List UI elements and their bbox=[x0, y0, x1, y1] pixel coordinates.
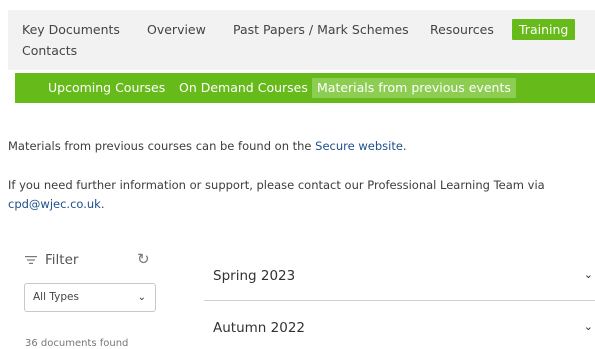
training-subnav: Upcoming Courses On Demand Courses Mater… bbox=[15, 73, 595, 103]
main-navigation: Key Documents Overview Past Papers / Mar… bbox=[8, 10, 595, 70]
secure-website-paragraph: Materials from previous courses can be f… bbox=[8, 137, 407, 156]
nav-key-documents[interactable]: Key Documents bbox=[22, 22, 120, 37]
filter-heading: Filter bbox=[25, 252, 78, 268]
secure-website-link[interactable]: Secure website bbox=[315, 139, 403, 153]
documents-count: 36 documents found bbox=[25, 338, 129, 349]
email-link[interactable]: cpd@wjec.co.uk bbox=[8, 197, 101, 211]
type-select[interactable]: All Types ⌄ bbox=[24, 283, 156, 312]
type-select-value: All Types bbox=[33, 291, 79, 303]
accordion-divider bbox=[204, 300, 595, 301]
nav-training[interactable]: Training bbox=[512, 19, 576, 40]
filter-lines-icon bbox=[25, 256, 37, 264]
accordion-item-autumn-2022[interactable]: Autumn 2022 ⌄ bbox=[204, 305, 595, 349]
filter-label: Filter bbox=[45, 252, 79, 268]
tab-on-demand-courses[interactable]: On Demand Courses bbox=[174, 78, 313, 98]
tab-materials-previous-events[interactable]: Materials from previous events bbox=[312, 78, 516, 98]
accordion-label: Autumn 2022 bbox=[213, 320, 305, 336]
nav-contacts[interactable]: Contacts bbox=[22, 43, 77, 58]
nav-overview[interactable]: Overview bbox=[147, 22, 206, 37]
nav-past-papers[interactable]: Past Papers / Mark Schemes bbox=[233, 22, 409, 37]
tab-upcoming-courses[interactable]: Upcoming Courses bbox=[43, 78, 170, 98]
chevron-down-icon: ⌄ bbox=[583, 268, 593, 281]
paragraph-text: If you need further information or suppo… bbox=[8, 178, 545, 192]
paragraph-period: . bbox=[402, 139, 407, 153]
chevron-down-icon: ⌄ bbox=[137, 292, 146, 303]
accordion-label: Spring 2023 bbox=[213, 268, 296, 284]
nav-resources[interactable]: Resources bbox=[430, 22, 494, 37]
refresh-icon[interactable]: ↻ bbox=[137, 250, 150, 268]
paragraph-text: Materials from previous courses can be f… bbox=[8, 139, 316, 153]
accordion-item-spring-2023[interactable]: Spring 2023 ⌄ bbox=[204, 253, 595, 301]
contact-paragraph: If you need further information or suppo… bbox=[8, 176, 588, 214]
paragraph-period: . bbox=[100, 197, 105, 211]
chevron-down-icon: ⌄ bbox=[583, 320, 593, 333]
